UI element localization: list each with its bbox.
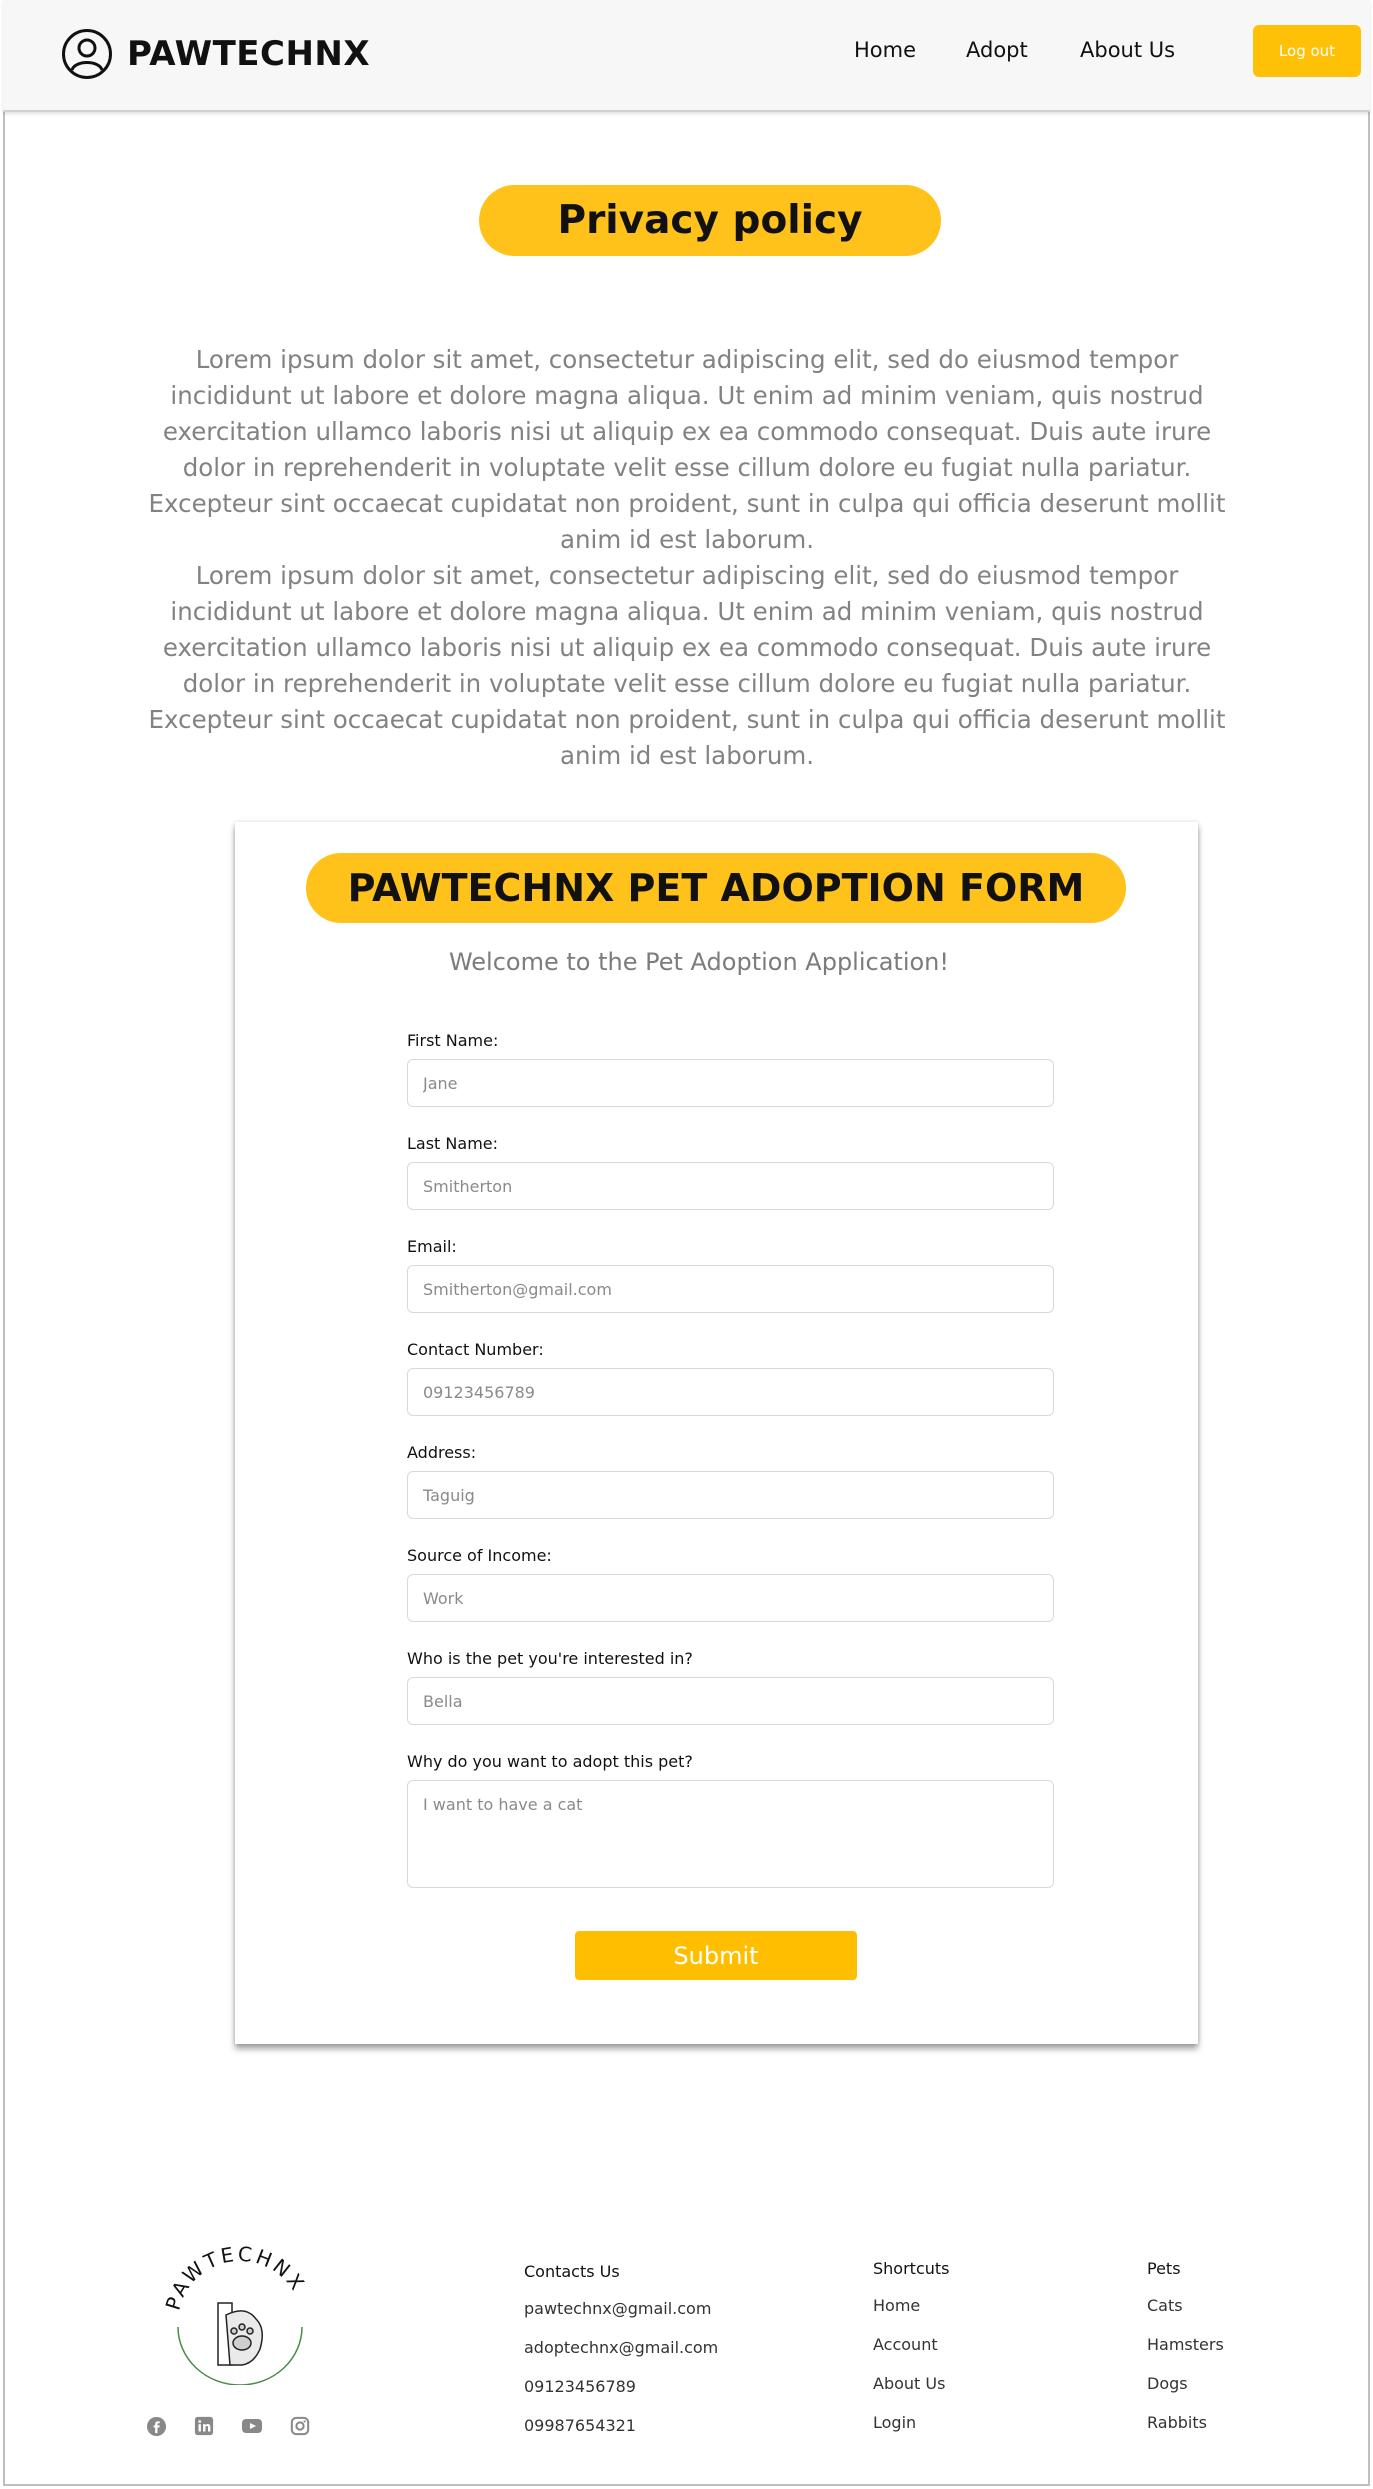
youtube-icon[interactable]	[241, 2415, 263, 2437]
instagram-icon[interactable]	[289, 2415, 311, 2437]
shortcut-home[interactable]: Home	[873, 2296, 949, 2335]
svg-text:PAWTECHNX: PAWTECHNX	[161, 2245, 311, 2313]
brand[interactable]: PAWTECHNX	[61, 28, 370, 80]
shortcut-about-us[interactable]: About Us	[873, 2374, 949, 2413]
last-name-label: Last Name:	[407, 1134, 499, 1153]
nav-about-us[interactable]: About Us	[1080, 38, 1175, 62]
pets-rabbits[interactable]: Rabbits	[1147, 2413, 1224, 2452]
address-input[interactable]	[407, 1471, 1054, 1519]
pets-heading: Pets	[1147, 2259, 1181, 2278]
address-label: Address:	[407, 1443, 477, 1462]
email-label: Email:	[407, 1237, 457, 1256]
privacy-policy-title: Privacy policy	[479, 185, 941, 256]
contact-email-2[interactable]: adoptechnx@gmail.com	[524, 2338, 718, 2377]
user-circle-icon	[62, 29, 112, 79]
logout-button[interactable]: Log out	[1253, 25, 1361, 77]
pets-hamsters[interactable]: Hamsters	[1147, 2335, 1224, 2374]
pawtechnx-logo: PAWTECHNX	[161, 2245, 311, 2385]
social-links	[145, 2415, 337, 2437]
facebook-icon[interactable]	[145, 2415, 167, 2437]
pet-interest-label: Who is the pet you're interested in?	[407, 1649, 693, 1668]
footer-shortcuts: Shortcuts Home Account About Us Login	[873, 2259, 949, 2452]
pets-dogs[interactable]: Dogs	[1147, 2374, 1224, 2413]
contact-phone-1[interactable]: 09123456789	[524, 2377, 718, 2416]
pets-cats[interactable]: Cats	[1147, 2296, 1224, 2335]
linkedin-icon[interactable]	[193, 2415, 215, 2437]
brand-name: PAWTECHNX	[127, 34, 371, 74]
privacy-paragraph-1: Lorem ipsum dolor sit amet, consectetur …	[148, 345, 1226, 554]
first-name-label: First Name:	[407, 1031, 499, 1050]
nav-adopt[interactable]: Adopt	[966, 38, 1028, 62]
adoption-form-title: PAWTECHNX PET ADOPTION FORM	[306, 853, 1126, 923]
source-of-income-label: Source of Income:	[407, 1546, 552, 1565]
contacts-heading: Contacts Us	[524, 2262, 620, 2281]
footer-pets: Pets Cats Hamsters Dogs Rabbits	[1147, 2259, 1224, 2452]
adopt-reason-textarea[interactable]	[407, 1780, 1054, 1888]
contact-phone-2[interactable]: 09987654321	[524, 2416, 718, 2455]
last-name-input[interactable]	[407, 1162, 1054, 1210]
privacy-paragraph-2: Lorem ipsum dolor sit amet, consectetur …	[148, 561, 1226, 770]
first-name-input[interactable]	[407, 1059, 1054, 1107]
footer-contacts: Contacts Us pawtechnx@gmail.com adoptech…	[524, 2262, 718, 2455]
source-of-income-input[interactable]	[407, 1574, 1054, 1622]
nav-home[interactable]: Home	[854, 38, 916, 62]
submit-button[interactable]: Submit	[575, 1931, 857, 1980]
contact-email-1[interactable]: pawtechnx@gmail.com	[524, 2299, 718, 2338]
contact-number-input[interactable]	[407, 1368, 1054, 1416]
shortcut-account[interactable]: Account	[873, 2335, 949, 2374]
shortcuts-heading: Shortcuts	[873, 2259, 950, 2278]
email-input[interactable]	[407, 1265, 1054, 1313]
contact-number-label: Contact Number:	[407, 1340, 544, 1359]
shortcut-login[interactable]: Login	[873, 2413, 949, 2452]
form-welcome-text: Welcome to the Pet Adoption Application!	[448, 948, 950, 976]
logo-text: PAWTECHNX	[161, 2245, 308, 2313]
top-navbar: PAWTECHNX Home Adopt About Us Log out	[3, 0, 1370, 112]
pet-interest-input[interactable]	[407, 1677, 1054, 1725]
adopt-reason-label: Why do you want to adopt this pet?	[407, 1752, 693, 1771]
